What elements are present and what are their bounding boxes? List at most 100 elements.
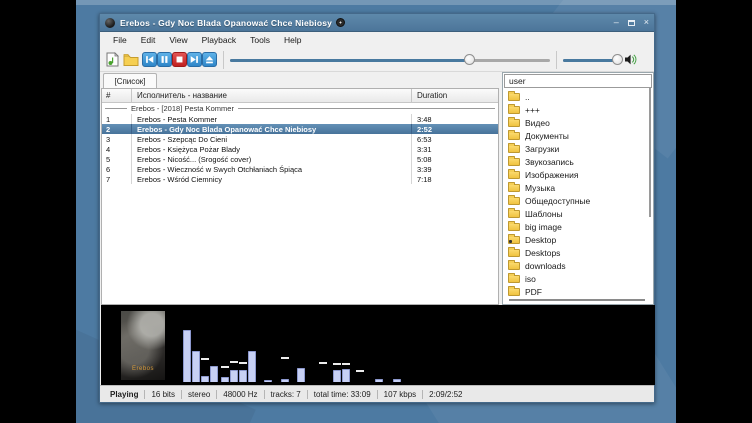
- track-title: Erebos - Szepcąc Do Cieni: [132, 134, 412, 144]
- playlist-row-selected[interactable]: 2 Erebos - Gdy Noc Blada Opanować Chce N…: [102, 124, 498, 134]
- folder-item[interactable]: Desktops: [504, 246, 647, 259]
- folder-item[interactable]: Музыка: [504, 181, 647, 194]
- stop-button[interactable]: [172, 52, 187, 67]
- folder-item[interactable]: iso: [504, 272, 647, 285]
- folder-icon: [508, 145, 520, 153]
- folder-icon: [508, 223, 520, 231]
- close-button[interactable]: ×: [644, 18, 649, 27]
- titlebar[interactable]: Erebos - Gdy Noc Blada Opanować Chce Nie…: [100, 14, 654, 32]
- folder-icon: [508, 210, 520, 218]
- folder-item-up[interactable]: ..: [504, 90, 647, 103]
- previous-button[interactable]: [142, 52, 157, 67]
- track-number: 4: [102, 144, 132, 154]
- window-title: Erebos - Gdy Noc Blada Opanować Chce Nie…: [120, 18, 332, 28]
- playlist-row[interactable]: 7 Erebos - Wśród Ciemnicy 7:18: [102, 174, 498, 184]
- column-artist-title[interactable]: Исполнитель - название: [132, 89, 412, 102]
- folder-item[interactable]: Загрузки: [504, 142, 647, 155]
- status-total-time: total time: 33:09: [308, 390, 378, 399]
- playlist-table: # Исполнитель - название Duration Erebos…: [101, 88, 499, 305]
- track-duration: 3:48: [412, 114, 498, 124]
- pause-icon: [159, 54, 170, 65]
- status-samplerate: 48000 Hz: [217, 390, 264, 399]
- seek-slider[interactable]: [230, 52, 550, 68]
- speaker-icon: [624, 53, 637, 66]
- spectrum-bar: [210, 366, 218, 382]
- volume-slider[interactable]: [563, 52, 621, 68]
- minimize-button[interactable]: –: [614, 18, 619, 27]
- track-duration: 2:52: [412, 124, 498, 134]
- folder-item-desktop[interactable]: Desktop: [504, 233, 647, 246]
- toolbar-separator: [556, 51, 557, 69]
- spectrum-bar: [239, 370, 247, 382]
- player-window: Erebos - Gdy Noc Blada Opanować Chce Nie…: [99, 13, 655, 403]
- playlist-row[interactable]: 1 Erebos - Pesta Kommer 3:48: [102, 114, 498, 124]
- folder-item[interactable]: Звукозапись: [504, 155, 647, 168]
- spectrum-peak: [230, 361, 238, 363]
- open-file-button[interactable]: [104, 52, 120, 68]
- menu-view[interactable]: View: [162, 33, 194, 47]
- spectrum-peak: [356, 370, 364, 372]
- track-number: 5: [102, 154, 132, 164]
- vertical-scrollbar[interactable]: [649, 87, 651, 217]
- toolbar: [100, 48, 654, 72]
- filebrowser-path-input[interactable]: user: [504, 74, 652, 88]
- playlist-row[interactable]: 5 Erebos - Nicość... (Srogość cover) 5:0…: [102, 154, 498, 164]
- add-folder-button[interactable]: [123, 52, 139, 68]
- next-icon: [189, 54, 200, 65]
- column-number[interactable]: #: [102, 89, 132, 102]
- track-duration: 7:18: [412, 174, 498, 184]
- horizontal-scrollbar[interactable]: [509, 299, 645, 301]
- folder-icon: [508, 249, 520, 257]
- track-duration: 5:08: [412, 154, 498, 164]
- eject-icon: [204, 54, 215, 65]
- seek-handle[interactable]: [464, 54, 475, 65]
- folder-icon: [508, 275, 520, 283]
- folder-item[interactable]: Шаблоны: [504, 207, 647, 220]
- toolbar-separator: [223, 51, 224, 69]
- spectrum-peak: [239, 362, 247, 364]
- folder-item[interactable]: Документы: [504, 129, 647, 142]
- column-duration[interactable]: Duration: [412, 89, 498, 102]
- menu-edit[interactable]: Edit: [134, 33, 163, 47]
- spectrum-peak: [201, 358, 209, 360]
- pause-button[interactable]: [157, 52, 172, 67]
- spectrum: [183, 305, 649, 382]
- spectrum-bar: [248, 351, 256, 382]
- folder-item[interactable]: Изображения: [504, 168, 647, 181]
- folder-item[interactable]: Общедоступные: [504, 194, 647, 207]
- folder-item[interactable]: PDF: [504, 285, 647, 296]
- spectrum-bar: [297, 368, 305, 382]
- eject-button[interactable]: [202, 52, 217, 67]
- menu-playback[interactable]: Playback: [195, 33, 244, 47]
- menu-tools[interactable]: Tools: [243, 33, 277, 47]
- maximize-button[interactable]: [628, 20, 635, 26]
- folder-item[interactable]: big image: [504, 220, 647, 233]
- playlist-row[interactable]: 3 Erebos - Szepcąc Do Cieni 6:53: [102, 134, 498, 144]
- playlist-row[interactable]: 6 Erebos - Wieczność w Swych Otchłaniach…: [102, 164, 498, 174]
- main-content: [Список] # Исполнитель - название Durati…: [100, 72, 654, 305]
- status-playing: Playing: [104, 390, 145, 399]
- playlist-panel: [Список] # Исполнитель - название Durati…: [101, 72, 499, 305]
- folder-item[interactable]: Видео: [504, 116, 647, 129]
- playlist-row[interactable]: 4 Erebos - Księżyca Pożar Blady 3:31: [102, 144, 498, 154]
- next-button[interactable]: [187, 52, 202, 67]
- playlist-tab[interactable]: [Список]: [103, 73, 157, 88]
- folder-item[interactable]: +++: [504, 103, 647, 116]
- folder-icon: [508, 197, 520, 205]
- spectrum-bar: [333, 370, 341, 382]
- menu-help[interactable]: Help: [277, 33, 308, 47]
- spectrum-bar: [221, 377, 229, 382]
- filebrowser-panel: user .. +++ Видео Документы Загрузки Зву…: [502, 72, 654, 305]
- status-bits: 16 bits: [145, 390, 182, 399]
- folder-icon: [508, 288, 520, 296]
- volume-handle[interactable]: [612, 54, 623, 65]
- file-icon: [106, 52, 119, 67]
- folder-item[interactable]: downloads: [504, 259, 647, 272]
- spectrum-bar: [281, 379, 289, 382]
- menu-file[interactable]: File: [106, 33, 134, 47]
- track-number: 2: [102, 124, 132, 134]
- folder-icon: [508, 262, 520, 270]
- folder-shortcut-icon: [508, 236, 520, 244]
- spectrum-bar: [230, 370, 238, 382]
- album-art-label: Erebos: [132, 366, 154, 380]
